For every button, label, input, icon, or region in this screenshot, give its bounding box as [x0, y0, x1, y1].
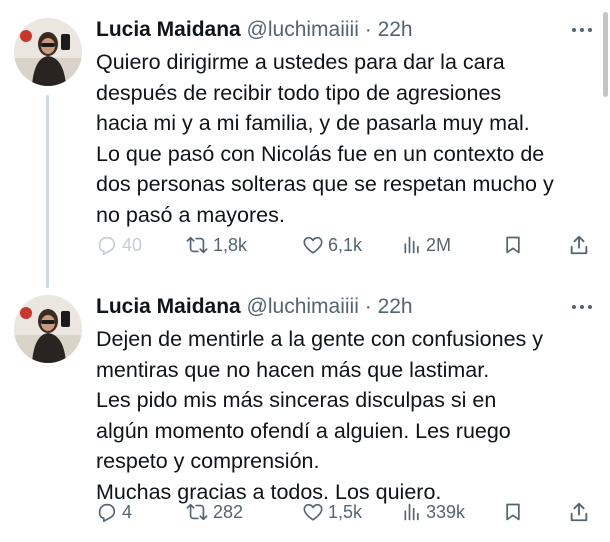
tweet-timestamp[interactable]: 22h [378, 295, 413, 318]
more-options-button[interactable] [568, 18, 596, 42]
views-button[interactable]: 339k [402, 497, 465, 527]
tweet-text-line: dos personas solteras que se respetan mu… [96, 172, 554, 197]
retweet-button[interactable]: 1,8k [185, 230, 247, 260]
separator-dot: · [364, 18, 372, 41]
bookmark-icon [506, 236, 520, 254]
more-horizontal-icon [572, 28, 592, 32]
heart-icon [303, 236, 323, 254]
views-chart-icon [404, 236, 419, 254]
like-button[interactable]: 6,1k [302, 230, 362, 260]
more-options-button[interactable] [568, 295, 596, 319]
author-name[interactable]: Lucia Maidana [96, 295, 241, 318]
tweet-text-line: Lo que pasó con Nicolás fue en un contex… [96, 141, 545, 166]
share-icon [570, 502, 588, 522]
tweet-text-line: no pasó a mayores. [96, 202, 285, 227]
tweet-text: Dejen de mentirle a la gente con confusi… [96, 324, 606, 508]
tweet-text-line: después de recibir todo tipo de agresion… [96, 80, 502, 105]
views-button[interactable]: 2M [402, 230, 451, 260]
views-chart-icon [404, 503, 419, 521]
bookmark-icon [506, 503, 520, 521]
more-horizontal-icon [572, 305, 592, 309]
like-count: 1,5k [328, 501, 363, 522]
reply-icon [98, 236, 116, 255]
tweet-text: Quiero dirigirme a ustedes para dar la c… [96, 47, 606, 231]
reply-count: 4 [122, 501, 133, 522]
like-count: 6,1k [328, 234, 363, 255]
like-button[interactable]: 1,5k [302, 497, 362, 527]
retweet-count: 1,8k [213, 234, 248, 255]
tweet-header: Lucia Maidana @luchimaiiii · 22h [96, 293, 413, 321]
reply-icon [98, 503, 116, 522]
tweet-text-line: respeto y comprensión. [96, 449, 320, 474]
retweet-icon [186, 503, 208, 521]
retweet-count: 282 [213, 501, 244, 522]
tweet-text-line: Quiero dirigirme a ustedes para dar la c… [96, 50, 505, 74]
retweet-icon [186, 236, 208, 254]
avatar[interactable] [14, 18, 82, 86]
tweet-text-line: hacia mi y a mi familia, y de pasarla mu… [96, 111, 530, 136]
avatar[interactable] [14, 295, 82, 363]
separator-dot: · [364, 295, 372, 318]
author-handle[interactable]: @luchimaiiii [247, 295, 359, 318]
bookmark-button[interactable] [503, 230, 523, 260]
retweet-button[interactable]: 282 [185, 497, 243, 527]
tweet-header: Lucia Maidana @luchimaiiii · 22h [96, 16, 413, 44]
reply-button[interactable]: 40 [96, 230, 142, 260]
author-handle[interactable]: @luchimaiiii [247, 18, 359, 41]
reply-button[interactable]: 4 [96, 497, 132, 527]
action-bar: 40 1,8k 6,1k 2M [96, 230, 606, 260]
tweet-text-line: mentiras que no hacen más que lastimar. [96, 357, 490, 382]
share-button[interactable] [568, 230, 590, 260]
tweet-timestamp[interactable]: 22h [378, 18, 413, 41]
thread-connector-line [46, 95, 49, 288]
action-bar: 4 282 1,5k 339k [96, 497, 606, 527]
tweet-text-line: algún momento ofendí a alguien. Les rueg… [96, 418, 511, 443]
tweet-text-line: Dejen de mentirle a la gente con confusi… [96, 327, 543, 351]
share-button[interactable] [568, 497, 590, 527]
share-icon [570, 235, 588, 255]
author-name[interactable]: Lucia Maidana [96, 18, 241, 41]
tweet-text-line: Les pido mis más sinceras disculpas si e… [96, 388, 497, 413]
heart-icon [303, 503, 323, 521]
view-count: 2M [426, 234, 452, 255]
bookmark-button[interactable] [503, 497, 523, 527]
reply-count: 40 [122, 234, 143, 255]
view-count: 339k [426, 501, 466, 522]
